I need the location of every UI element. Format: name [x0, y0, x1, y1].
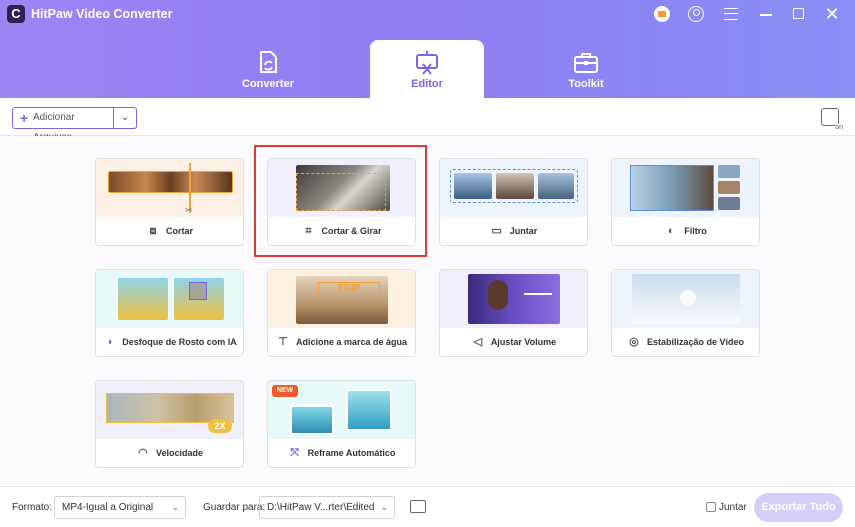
watermark-text: TRIP	[318, 282, 380, 296]
reframe-thumbnail: NEW	[268, 381, 415, 439]
tab-editor[interactable]: Editor	[370, 40, 484, 98]
merge-checkbox[interactable]	[706, 502, 716, 512]
editor-tools-grid: ✂ ⧈ Cortar ⌗ Cortar & Girar ▭ Juntar ◐ F…	[0, 136, 855, 486]
tool-card-marca-agua[interactable]: TRIP ⊤ Adicione a marca de água	[267, 269, 416, 357]
tab-toolkit[interactable]: Toolkit	[529, 40, 643, 98]
velocidade-thumbnail: 2X	[96, 381, 243, 439]
filtro-thumbnail	[612, 159, 759, 217]
stabilize-icon: ◎	[629, 336, 639, 348]
tool-card-reframe[interactable]: NEW ⤧ Reframe Automático	[267, 380, 416, 468]
format-select[interactable]: MP4-Igual a Original ⌄	[54, 496, 186, 519]
merge-label: Juntar	[719, 502, 747, 513]
converter-icon	[260, 51, 277, 73]
tool-label: ◑ Desfoque de Rosto com IA	[96, 328, 243, 356]
tab-toolkit-label: Toolkit	[568, 78, 604, 90]
new-badge: NEW	[272, 385, 298, 397]
user-icon[interactable]	[688, 6, 704, 22]
face-blur-icon: ◑	[105, 336, 113, 348]
minimize-icon[interactable]	[760, 14, 772, 16]
estabilizacao-thumbnail	[612, 270, 759, 328]
editor-icon	[416, 51, 438, 75]
chevron-down-icon: ⌄	[380, 502, 388, 512]
tool-card-cortar[interactable]: ✂ ⧈ Cortar	[95, 158, 244, 246]
tab-converter[interactable]: Converter	[211, 40, 325, 98]
tool-card-velocidade[interactable]: 2X ◠ Velocidade	[95, 380, 244, 468]
chevron-down-icon: ⌄	[171, 502, 179, 512]
desfoque-thumbnail	[96, 270, 243, 328]
filter-icon: ◐	[667, 225, 675, 237]
merge-icon: ▭	[491, 225, 502, 237]
tab-converter-label: Converter	[242, 78, 294, 90]
editor-toolbar: Adicionar Arquivos ⌄	[0, 98, 855, 143]
tool-label: ◎ Estabilização de Vídeo	[612, 328, 759, 356]
app-logo-icon: C	[7, 5, 25, 23]
tool-card-desfoque[interactable]: ◑ Desfoque de Rosto com IA	[95, 269, 244, 357]
speed-icon: ◠	[138, 447, 148, 459]
tool-card-estabilizacao[interactable]: ◎ Estabilização de Vídeo	[611, 269, 760, 357]
volume-icon: ◁	[473, 336, 483, 348]
tool-card-volume[interactable]: ◁ Ajustar Volume	[439, 269, 588, 357]
chevron-down-icon: ⌄	[120, 112, 130, 123]
add-files-button[interactable]: Adicionar Arquivos	[12, 107, 114, 143]
cortar-thumbnail: ✂	[96, 159, 243, 217]
tool-label: ◁ Ajustar Volume	[440, 328, 587, 356]
split-icon: ⧈	[149, 225, 157, 237]
app-header: C HitPaw Video Converter ✕ Converter Edi…	[0, 0, 855, 98]
tab-editor-label: Editor	[411, 78, 443, 90]
menu-icon[interactable]	[724, 8, 738, 20]
footer-bar: Formato: MP4-Igual a Original ⌄ Guardar …	[0, 486, 855, 527]
tool-label: ◠ Velocidade	[96, 439, 243, 467]
tool-label: ▭ Juntar	[491, 225, 538, 237]
selected-tool-highlight	[254, 145, 427, 257]
hardware-acceleration-icon[interactable]	[821, 108, 843, 131]
folder-icon[interactable]	[410, 500, 426, 513]
maximize-icon[interactable]	[793, 8, 804, 19]
app-title: HitPaw Video Converter	[31, 7, 173, 21]
add-files-dropdown[interactable]: ⌄	[113, 107, 137, 129]
tool-label: ⊤ Adicione a marca de água	[268, 328, 415, 356]
marca-agua-thumbnail: TRIP	[268, 270, 415, 328]
main-tabs: Converter Editor Toolkit	[0, 40, 855, 98]
volume-thumbnail	[440, 270, 587, 328]
tool-card-filtro[interactable]: ◐ Filtro	[611, 158, 760, 246]
tool-label: ⤧ Reframe Automático	[268, 439, 415, 467]
title-bar: C HitPaw Video Converter ✕	[0, 0, 855, 28]
watermark-icon: ⊤	[278, 336, 288, 348]
tool-label: ⧈ Cortar	[96, 217, 243, 245]
tool-card-juntar[interactable]: ▭ Juntar	[439, 158, 588, 246]
speed-badge: 2X	[208, 419, 232, 433]
reframe-icon: ⤧	[290, 447, 300, 459]
tool-label: ◐ Filtro	[612, 217, 759, 245]
format-label: Formato:	[12, 502, 53, 513]
toolkit-icon	[574, 53, 598, 73]
juntar-thumbnail	[440, 159, 587, 217]
cart-icon[interactable]	[654, 6, 670, 22]
close-icon[interactable]: ✕	[822, 4, 842, 24]
save-path-select[interactable]: D:\HitPaw V...rter\Edited ⌄	[259, 496, 395, 519]
save-to-label: Guardar para:	[203, 502, 266, 513]
export-all-button[interactable]: Exportar Tudo	[754, 493, 843, 522]
